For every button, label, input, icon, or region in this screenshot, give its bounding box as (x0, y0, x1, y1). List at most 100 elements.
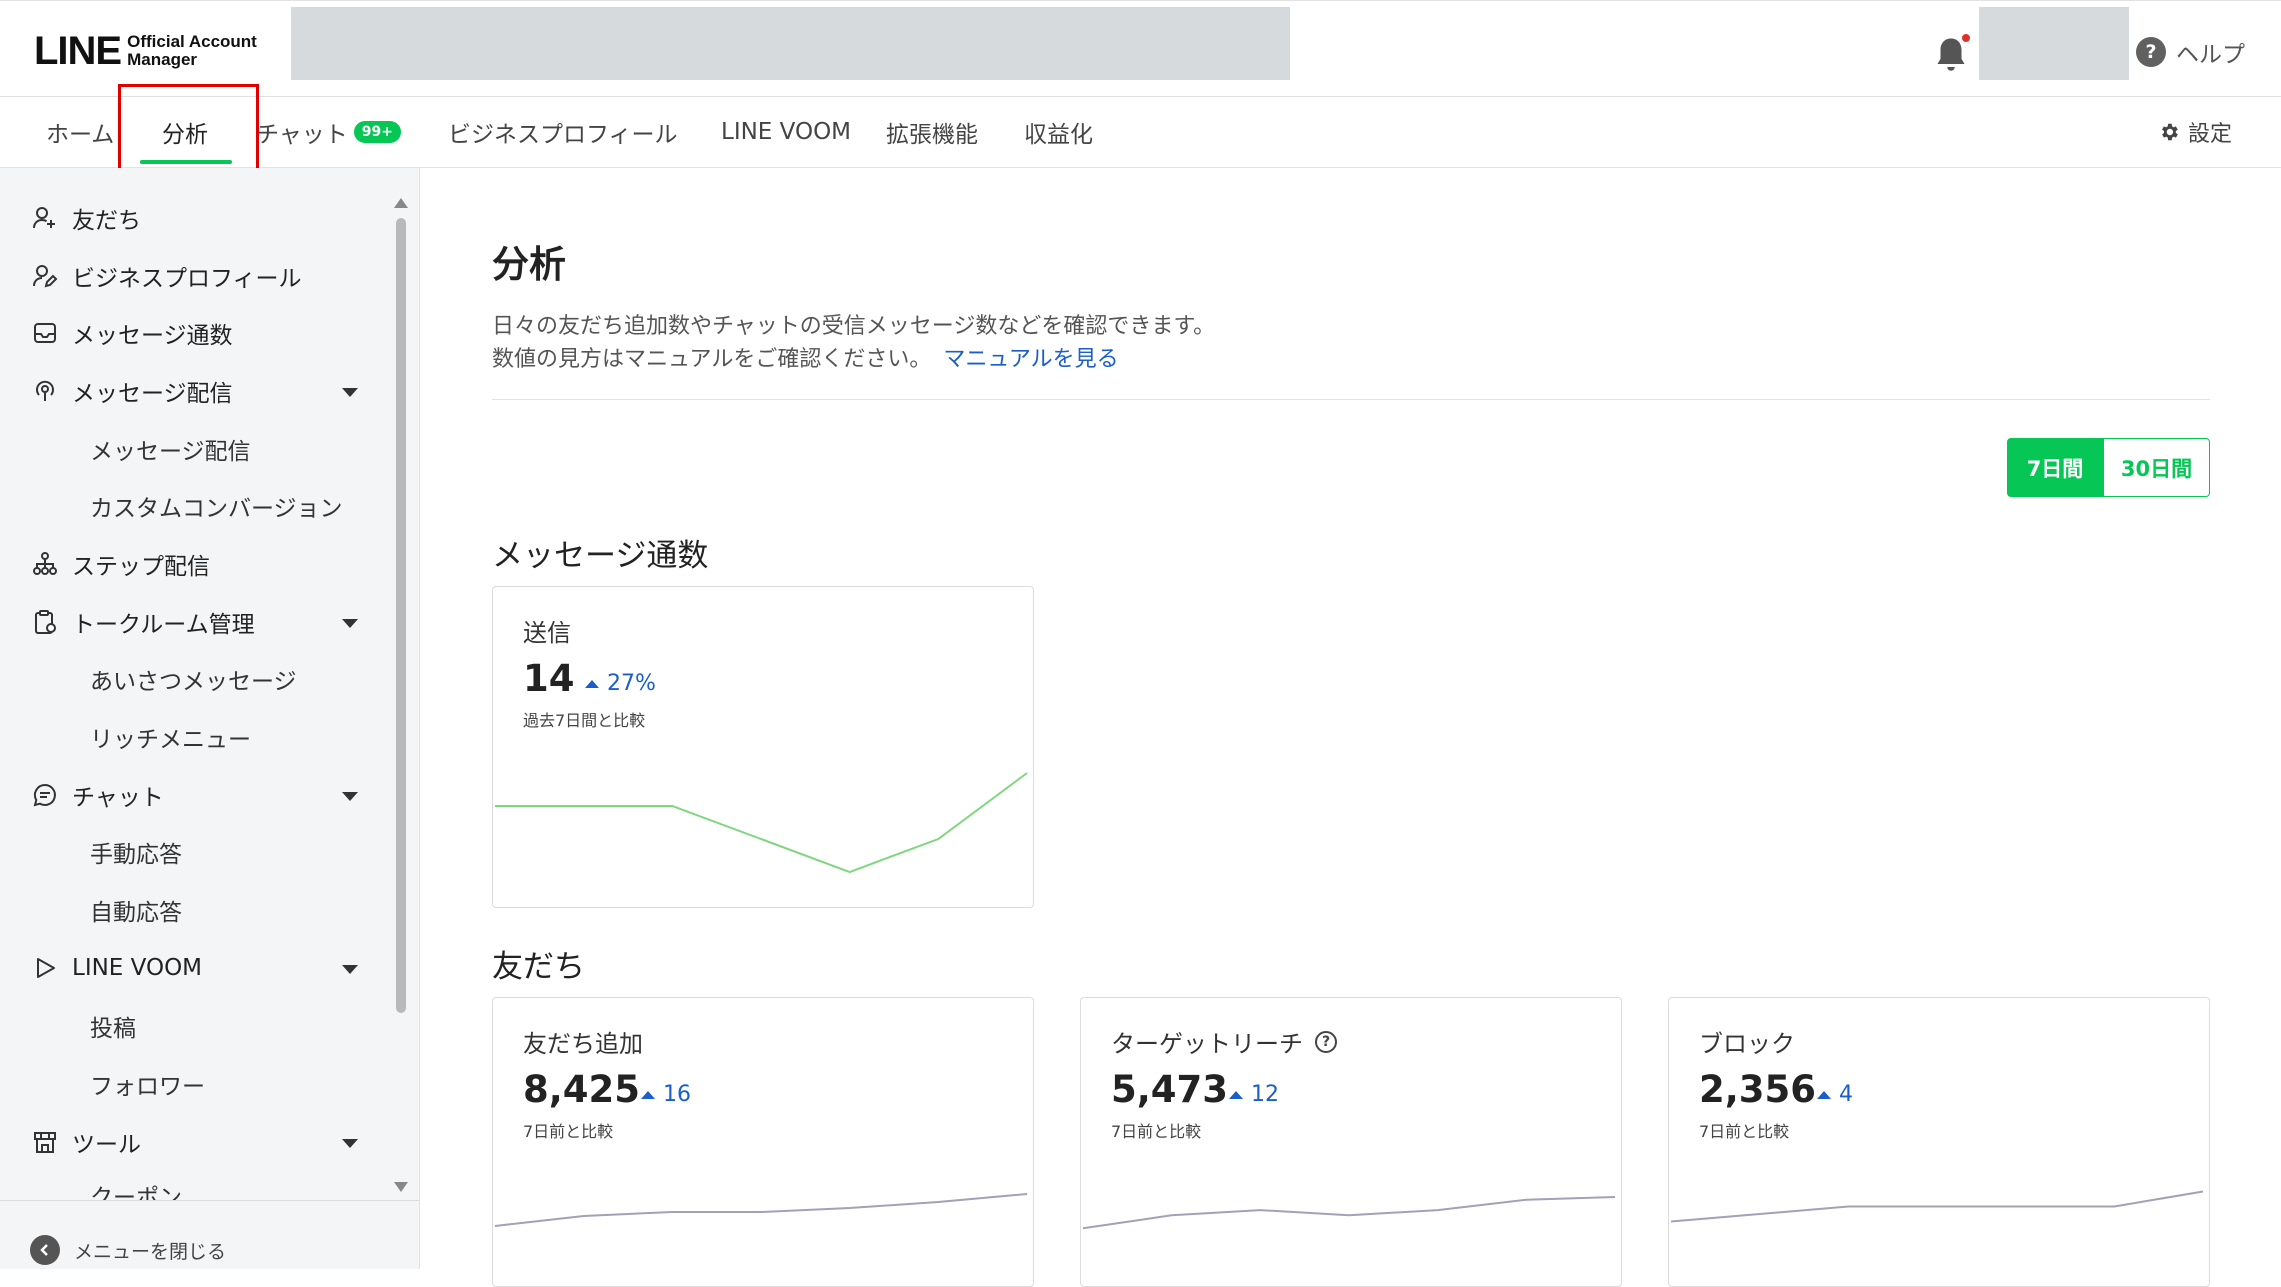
notification-dot (1960, 32, 1972, 44)
tab-monetization[interactable]: 収益化 (1024, 97, 1093, 167)
user-account-redacted[interactable] (1979, 7, 2129, 80)
sidebar-item-message-delivery[interactable]: メッセージ配信 (30, 371, 233, 411)
stat-card-friends-added[interactable]: 友だち追加 8,425 16 7日前と比較 (492, 997, 1034, 1287)
annotation-highlight-box (118, 84, 259, 181)
page-description-line2: 数値の見方はマニュアルをご確認ください。 マニュアルを見る (492, 341, 1119, 373)
stat-label-text: ターゲットリーチ (1111, 1030, 1303, 1058)
sparkline-chart (1082, 1196, 1616, 1230)
close-menu-button[interactable]: メニューを閉じる (30, 1234, 226, 1266)
sidebar-subitem-followers[interactable]: フォロワー (90, 1064, 205, 1104)
help-question-icon: ? (2136, 37, 2166, 67)
stat-card-sent[interactable]: 送信 14 27% 過去7日間と比較 (492, 586, 1034, 908)
sidebar-subitem-custom-conversion[interactable]: カスタムコンバージョン (90, 486, 343, 526)
scroll-up-arrow-icon[interactable] (394, 198, 408, 208)
section-divider (492, 399, 2210, 400)
tab-home-label: ホーム (46, 122, 115, 148)
sidebar-item-business-profile[interactable]: ビジネスプロフィール (30, 256, 302, 296)
gear-icon (2162, 123, 2178, 141)
tab-chat-label: チャット (256, 122, 348, 148)
stat-delta-value: 27% (607, 671, 656, 696)
scroll-down-arrow-icon[interactable] (394, 1182, 408, 1192)
stat-delta: 27% (585, 671, 656, 696)
sidebar-item-chat[interactable]: チャット (30, 775, 164, 815)
sidebar-item-friends[interactable]: 友だち (30, 198, 141, 238)
sidebar-item-talkroom-management[interactable]: トークルーム管理 (30, 602, 255, 642)
sidebar-item-tools[interactable]: ツール (30, 1122, 141, 1162)
step-tree-icon (30, 549, 60, 579)
stat-value: 5,473 (1111, 1068, 1229, 1111)
store-icon (30, 1127, 60, 1157)
inbox-icon (30, 318, 60, 348)
clipboard-icon (30, 607, 60, 637)
sparkline-chart (1670, 1190, 2204, 1223)
stat-delta: 12 (1229, 1082, 1279, 1107)
chevron-down-icon[interactable] (342, 388, 358, 397)
stat-delta: 16 (641, 1082, 691, 1107)
stat-comparison-note: 過去7日間と比較 (523, 711, 646, 730)
settings-link[interactable]: 設定 (2158, 97, 2232, 167)
stat-comparison-note: 7日前と比較 (523, 1122, 614, 1141)
description-text: 数値の見方はマニュアルをご確認ください。 (492, 347, 932, 372)
tab-business-profile[interactable]: ビジネスプロフィール (448, 97, 678, 167)
chevron-down-icon[interactable] (342, 1139, 358, 1148)
tab-home[interactable]: ホーム (46, 97, 114, 167)
sidebar: 友だち ビジネスプロフィール メッセージ通数 メッセージ配信 メッセージ配信 カ… (0, 168, 420, 1269)
sidebar-item-label: ツール (72, 1132, 141, 1158)
chevron-down-icon[interactable] (342, 965, 358, 974)
sidebar-subitem-posts[interactable]: 投稿 (90, 1006, 136, 1046)
stat-value: 14 (523, 657, 575, 700)
sidebar-subitem-rich-menu[interactable]: リッチメニュー (90, 717, 251, 757)
stat-label: ブロック (1699, 1030, 1795, 1058)
sparkline-series-line (495, 772, 1028, 874)
account-selector-redacted[interactable] (291, 7, 1290, 80)
sidebar-item-step-delivery[interactable]: ステップ配信 (30, 544, 210, 584)
logo-sub-text: Official Account Manager (127, 33, 257, 69)
stat-delta-value: 4 (1839, 1082, 1853, 1107)
chevron-down-icon[interactable] (342, 792, 358, 801)
tab-line-voom-label: LINE VOOM (721, 119, 852, 145)
sidebar-subitem-auto-response[interactable]: 自動応答 (90, 890, 182, 930)
sparkline-series-line (494, 1193, 1028, 1227)
chat-unread-badge: 99+ (353, 121, 401, 143)
sidebar-item-line-voom[interactable]: LINE VOOM (30, 948, 202, 988)
play-icon (30, 953, 60, 983)
sidebar-subitem-coupon[interactable]: クーポン (90, 1178, 182, 1200)
help-link[interactable]: ? ヘルプ (2136, 35, 2245, 69)
profile-edit-icon (30, 261, 60, 291)
stat-label: ターゲットリーチ ? (1111, 1024, 1337, 1059)
sidebar-subitem-greeting-message[interactable]: あいさつメッセージ (90, 659, 297, 699)
tab-extensions[interactable]: 拡張機能 (886, 97, 978, 167)
section-title-messages: メッセージ通数 (492, 538, 709, 574)
sparkline-chart (494, 1193, 1028, 1227)
main-content: 分析 日々の友だち追加数やチャットの受信メッセージ数などを確認できます。 数値の… (421, 168, 2281, 1287)
section-title-friends: 友だち (492, 949, 585, 985)
chevron-left-icon (30, 1235, 60, 1265)
manual-link[interactable]: マニュアルを見る (943, 347, 1118, 372)
help-question-icon[interactable]: ? (1315, 1030, 1337, 1053)
stat-card-blocked[interactable]: ブロック 2,356 4 7日前と比較 (1668, 997, 2210, 1287)
period-7-days-button[interactable]: 7日間 (2007, 438, 2103, 497)
line-oa-manager-logo[interactable]: LINE Official Account Manager (34, 29, 257, 73)
sidebar-item-message-count[interactable]: メッセージ通数 (30, 313, 233, 353)
up-triangle-icon (585, 679, 599, 688)
sidebar-item-label: ビジネスプロフィール (72, 266, 302, 292)
stat-value: 2,356 (1699, 1068, 1817, 1111)
sidebar-subitem-manual-response[interactable]: 手動応答 (90, 832, 182, 872)
stat-label: 友だち追加 (523, 1030, 643, 1058)
logo-sub-line2: Manager (127, 50, 198, 69)
sidebar-subitem-message-delivery[interactable]: メッセージ配信 (90, 429, 251, 469)
help-label: ヘルプ (2176, 42, 2245, 68)
page-title: 分析 (492, 243, 566, 286)
tab-line-voom[interactable]: LINE VOOM (721, 97, 851, 167)
user-add-icon (30, 203, 60, 233)
tab-extensions-label: 拡張機能 (886, 122, 978, 148)
tab-chat[interactable]: チャット 99+ (256, 97, 401, 167)
tab-monetization-label: 収益化 (1024, 122, 1093, 148)
chevron-down-icon[interactable] (342, 619, 358, 628)
sidebar-scrollbar-thumb[interactable] (396, 218, 406, 1013)
logo-sub-line1: Official Account (127, 32, 257, 51)
stat-comparison-note: 7日前と比較 (1111, 1122, 1202, 1141)
chat-icon (30, 780, 60, 810)
period-30-days-button[interactable]: 30日間 (2103, 438, 2210, 497)
stat-card-target-reach[interactable]: ターゲットリーチ ? 5,473 12 7日前と比較 (1080, 997, 1622, 1287)
